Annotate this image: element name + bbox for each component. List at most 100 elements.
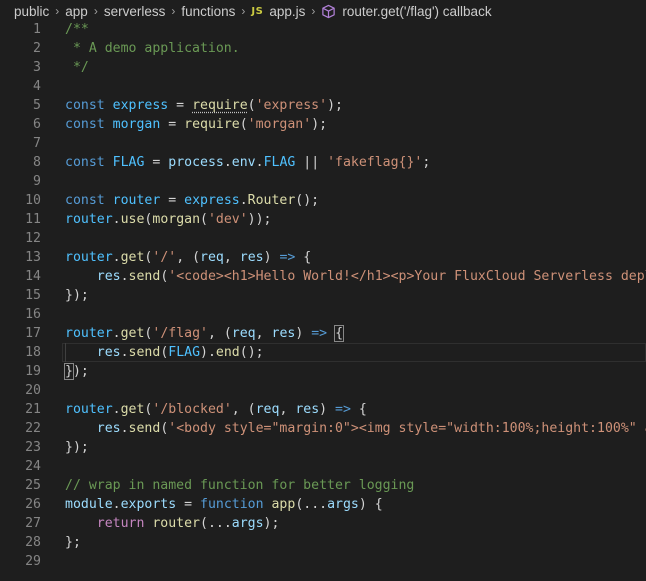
code-token: morgan [152, 212, 201, 227]
code-line[interactable]: 29 [0, 552, 646, 571]
line-number: 8 [33, 155, 41, 170]
code-token: ( [239, 117, 248, 132]
code-token: ); [263, 516, 280, 531]
code-token: '<body style="margin:0"><img style="widt… [168, 421, 646, 436]
code-line[interactable]: 11 router.use(morgan('dev')); [0, 210, 646, 229]
code-token: ) [263, 250, 280, 265]
line-number: 4 [33, 79, 41, 94]
code-token: use [120, 212, 145, 227]
code-line[interactable]: 1 /** [0, 22, 646, 39]
code-line[interactable]: 22 res.send('<body style="margin:0"><img… [0, 419, 646, 438]
breadcrumb-item-public[interactable]: public [14, 4, 49, 19]
code-token: ) [319, 402, 336, 417]
code-token: ) [295, 326, 312, 341]
breadcrumb-item-symbol[interactable]: router.get('/flag') callback [321, 3, 492, 19]
code-line[interactable]: 18 res.send(FLAG).end(); [0, 343, 646, 362]
code-line[interactable]: 2 * A demo application. [0, 39, 646, 58]
code-token: = [160, 193, 185, 208]
line-code: res.send('<body style="margin:0"><img st… [65, 419, 646, 438]
code-editor[interactable]: 1/** 2 * A demo application. 3 */ 4 5 const e… [0, 22, 646, 581]
code-token: FLAG [112, 155, 145, 170]
code-token: '<code><h1>Hello World!</h1><p>Your Flux… [168, 269, 646, 284]
breadcrumb-symbol-name: router.get('/flag') callback [342, 3, 492, 19]
code-token: . [120, 421, 129, 436]
code-line[interactable]: 14 res.send('<code><h1>Hello World!</h1>… [0, 267, 646, 286]
breadcrumb-item-functions[interactable]: functions [181, 4, 235, 19]
code-token: // wrap in named function for better log… [65, 478, 415, 493]
code-token: morgan [112, 117, 161, 132]
breadcrumb-item-app[interactable]: app [65, 4, 88, 19]
code-token: ); [327, 98, 343, 113]
code-line[interactable]: 15}); [0, 286, 646, 305]
line-code: */ [65, 58, 89, 77]
code-line[interactable]: 27 return router(...args); [0, 514, 646, 533]
code-token: res [271, 326, 296, 341]
cube-icon [322, 4, 336, 18]
line-code: }); [65, 286, 89, 305]
code-line[interactable]: 26 module.exports = function app(...args)… [0, 495, 646, 514]
line-code: const router = express.Router(); [65, 191, 319, 210]
code-line[interactable]: 8 const FLAG = process.env.FLAG || 'fakef… [0, 153, 646, 172]
code-line[interactable]: 20 [0, 381, 646, 400]
code-token: const [65, 117, 105, 132]
code-line[interactable]: 7 [0, 134, 646, 153]
code-token: 'morgan' [247, 117, 312, 132]
code-token: req [255, 402, 280, 417]
code-token: function [200, 497, 264, 512]
line-code: /** [65, 22, 89, 39]
code-line[interactable]: 3 */ [0, 58, 646, 77]
code-token: ( [200, 212, 208, 227]
line-number: 19 [25, 364, 41, 379]
line-code: const express = require('express'); [65, 96, 343, 115]
line-code: const morgan = require('morgan'); [65, 115, 327, 134]
code-line[interactable]: 6 const morgan = require('morgan'); [0, 115, 646, 134]
code-line[interactable]: 28}; [0, 533, 646, 552]
code-line[interactable]: 24 [0, 457, 646, 476]
line-number: 5 [33, 98, 41, 113]
code-line[interactable]: 21 router.get('/blocked', (req, res) => { [0, 400, 646, 419]
code-token: = [168, 98, 193, 113]
code-line[interactable]: 17 router.get('/flag', (req, res) => { [0, 324, 646, 343]
code-token: args [231, 516, 264, 531]
code-token: * A demo application. [65, 41, 240, 56]
code-token: res [96, 269, 121, 284]
code-token: router [65, 326, 113, 341]
code-token: env [231, 155, 256, 170]
code-token: req [200, 250, 224, 265]
line-code: router.get('/', (req, res) => { [65, 248, 311, 267]
code-line[interactable]: 10 const router = express.Router(); [0, 191, 646, 210]
code-token: ); [311, 117, 328, 132]
code-line[interactable]: 16 [0, 305, 646, 324]
breadcrumb-item-serverless[interactable]: serverless [104, 4, 166, 19]
code-line[interactable]: 19}); [0, 362, 646, 381]
code-token: . [112, 402, 121, 417]
line-number: 18 [25, 345, 41, 360]
code-token: , [223, 250, 240, 265]
line-number: 20 [25, 383, 41, 398]
code-line[interactable]: 12 [0, 229, 646, 248]
line-code: return router(...args); [65, 514, 280, 533]
chevron-right-icon: › [93, 4, 98, 18]
code-token: FLAG [168, 345, 201, 360]
line-code: }); [65, 438, 89, 457]
code-token: . [255, 155, 264, 170]
code-token: , ( [207, 326, 232, 341]
code-line[interactable]: 4 [0, 77, 646, 96]
breadcrumb-item-file[interactable]: JS app.js [251, 4, 305, 19]
code-token: = [160, 117, 185, 132]
line-code: * A demo application. [65, 39, 240, 58]
code-token: { [350, 402, 367, 417]
code-token: return [96, 516, 145, 531]
code-line[interactable]: 13 router.get('/', (req, res) => { [0, 248, 646, 267]
code-line[interactable]: 23}); [0, 438, 646, 457]
code-token: 'fakeflag{}' [327, 155, 423, 170]
code-line[interactable]: 9 [0, 172, 646, 191]
code-line[interactable]: 5 const express = require('express'); [0, 96, 646, 115]
code-token: '/' [152, 250, 177, 265]
code-line[interactable]: 25 // wrap in named function for better l… [0, 476, 646, 495]
